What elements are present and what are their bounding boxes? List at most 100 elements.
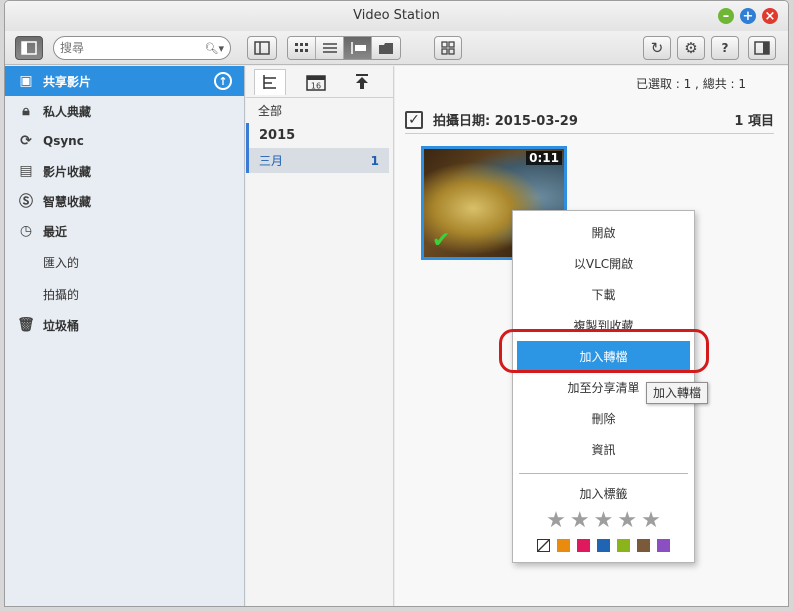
group-count: 1 項目 <box>734 114 774 129</box>
sidebar-item-shared-videos[interactable]: ▣ 共享影片 ↑ <box>5 66 244 96</box>
timeline-all[interactable]: 全部 <box>246 98 393 123</box>
timeline-tabs: 16 <box>246 66 393 98</box>
panel-icon <box>21 41 37 55</box>
tab-calendar[interactable]: 16 <box>300 69 332 95</box>
gear-icon: ⚙ <box>684 39 698 57</box>
upload-icon[interactable]: ↑ <box>214 72 232 90</box>
lock-icon: 🔒︎ <box>22 103 30 119</box>
color-swatch-purple[interactable] <box>657 539 670 552</box>
tooltip: 加入轉檔 <box>646 382 709 404</box>
sidebar-item-label: 影片收藏 <box>43 164 92 179</box>
color-swatch-orange[interactable] <box>557 539 570 552</box>
star-icon[interactable]: ★ <box>570 510 590 532</box>
selected-check-icon: ✔ <box>432 228 451 253</box>
toolbar: 🔍︎▾ ↻ ⚙ ? <box>5 31 788 65</box>
rating-stars: ★ ★ ★ ★ ★ <box>513 510 694 532</box>
color-labels <box>513 539 694 552</box>
star-icon[interactable]: ★ <box>594 510 614 532</box>
search-input[interactable] <box>60 41 196 55</box>
star-icon[interactable]: ★ <box>641 510 661 532</box>
timeline-month[interactable]: 三月 1 <box>246 148 389 173</box>
close-button[interactable]: × <box>762 8 778 24</box>
refresh-button[interactable]: ↻ <box>643 36 671 60</box>
sidebar-item-taken[interactable]: 拍攝的 <box>5 278 244 310</box>
clock-icon: ◷ <box>19 223 33 239</box>
settings-button[interactable]: ⚙ <box>677 36 705 60</box>
menu-separator <box>519 473 688 474</box>
timeline-mode-button[interactable] <box>344 37 372 59</box>
sidebar-item-imported[interactable]: 匯入的 <box>5 246 244 278</box>
color-swatch-blue[interactable] <box>597 539 610 552</box>
menu-item-open[interactable]: 開啟 <box>513 217 694 248</box>
sidebar-item-label: Qsync <box>43 134 84 148</box>
calendar-day: 16 <box>311 81 321 90</box>
sidebar-item-label: 智慧收藏 <box>43 194 92 209</box>
video-duration: 0:11 <box>526 151 562 165</box>
timeline-pane: 16 全部 2015 三月 1 <box>246 66 394 606</box>
star-icon[interactable]: ★ <box>617 510 637 532</box>
color-swatch-brown[interactable] <box>637 539 650 552</box>
timeline-tree-icon <box>263 75 276 89</box>
help-button[interactable]: ? <box>711 36 739 60</box>
search-icon[interactable]: 🔍︎▾ <box>205 42 225 55</box>
sidebar-toggle-button[interactable] <box>15 36 43 60</box>
sidebar-item-label: 最近 <box>43 224 68 239</box>
sidebar-item-label: 共享影片 <box>43 74 92 89</box>
menu-item-info[interactable]: 資訊 <box>513 434 694 465</box>
sidebar-item-label: 垃圾桶 <box>43 318 80 333</box>
maximize-button[interactable]: + <box>740 8 756 24</box>
color-swatch-pink[interactable] <box>577 539 590 552</box>
collection-icon: ▤ <box>19 163 33 179</box>
smart-collection-icon: Ⓢ <box>19 194 33 210</box>
menu-item-download[interactable]: 下載 <box>513 279 694 310</box>
sidebar-item-private[interactable]: 🔒︎ 私人典藏 <box>5 96 244 126</box>
date-group-header: ✓ 拍攝日期: 2015-03-29 1 項目 <box>405 106 774 134</box>
group-select-checkbox[interactable]: ✓ <box>405 110 423 129</box>
sidebar-item-qsync[interactable]: ⟳ Qsync <box>5 126 244 156</box>
timeline-icon <box>350 42 366 54</box>
tab-timeline[interactable] <box>254 68 286 95</box>
sidebar: ▣ 共享影片 ↑ 🔒︎ 私人典藏 ⟳ Qsync ▤ 影片收藏 Ⓢ 智慧收藏 ◷… <box>5 66 245 606</box>
no-color-swatch[interactable] <box>537 539 550 552</box>
title-bar: Video Station – + × <box>5 1 788 31</box>
menu-item-open-vlc[interactable]: 以VLC開啟 <box>513 248 694 279</box>
list-view-button[interactable] <box>316 37 344 59</box>
thumbnail-view-button[interactable] <box>288 37 316 59</box>
refresh-icon: ↻ <box>650 39 664 57</box>
minimize-button[interactable]: – <box>718 8 734 24</box>
app-window: Video Station – + × 🔍︎▾ ↻ ⚙ ? <box>4 0 789 607</box>
sidebar-item-trash[interactable]: 🗑︎ 垃圾桶 <box>5 310 244 340</box>
star-icon[interactable]: ★ <box>546 510 566 532</box>
timeline-year[interactable]: 2015 <box>246 123 393 148</box>
search-box[interactable]: 🔍︎▾ <box>53 36 231 60</box>
sidebar-item-recent[interactable]: ◷ 最近 <box>5 216 244 246</box>
grid-icon <box>294 43 308 52</box>
color-swatch-green[interactable] <box>617 539 630 552</box>
sidebar-item-label: 私人典藏 <box>43 104 92 119</box>
info-panel-button[interactable] <box>748 36 776 60</box>
folder-view-button[interactable] <box>372 37 400 59</box>
tab-upload[interactable] <box>346 69 378 95</box>
multi-select-button[interactable] <box>434 36 462 60</box>
timeline-month-label: 三月 <box>259 154 284 168</box>
upload-arrow-icon <box>356 73 368 89</box>
sync-icon: ⟳ <box>20 133 32 149</box>
sidebar-item-label: 拍攝的 <box>43 287 80 302</box>
sidebar-item-collections[interactable]: ▤ 影片收藏 <box>5 156 244 186</box>
film-icon: ▣ <box>19 73 33 89</box>
sidebar-item-smart-collections[interactable]: Ⓢ 智慧收藏 <box>5 186 244 216</box>
timeline-view-button[interactable] <box>247 36 277 60</box>
window-controls: – + × <box>718 8 778 24</box>
calendar-icon: 16 <box>306 74 326 91</box>
view-mode-group <box>287 36 401 60</box>
select-grid-icon <box>441 41 455 55</box>
trash-icon: 🗑︎ <box>17 317 35 333</box>
list-icon <box>322 43 337 53</box>
window-title: Video Station <box>353 8 440 23</box>
selection-info: 已選取 : 1 , 總共 : 1 <box>635 77 746 91</box>
side-panel-icon <box>754 41 770 55</box>
sidebar-item-label: 匯入的 <box>43 255 80 270</box>
timeline-month-count: 1 <box>370 153 379 168</box>
add-tag-label: 加入標籤 <box>579 487 628 501</box>
menu-item-delete[interactable]: 刪除 <box>513 403 694 434</box>
